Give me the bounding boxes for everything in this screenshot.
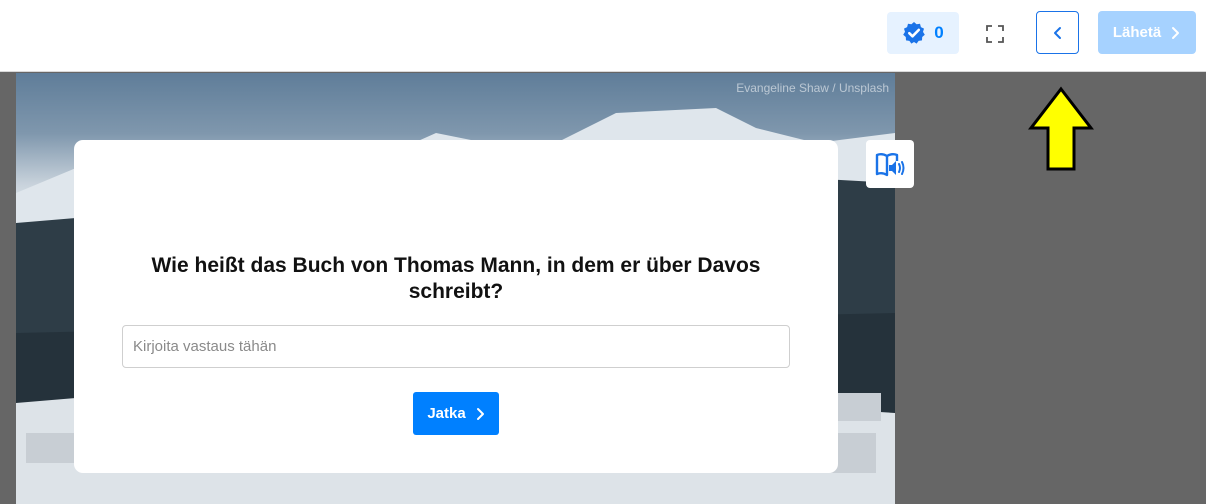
image-credit: Evangeline Shaw / Unsplash <box>736 81 889 95</box>
top-bar: 0 Lähetä <box>0 0 1206 72</box>
fullscreen-button[interactable] <box>981 20 1009 48</box>
read-aloud-button[interactable] <box>866 140 914 188</box>
question-card: Wie heißt das Buch von Thomas Mann, in d… <box>74 140 838 473</box>
chevron-right-icon <box>1172 26 1180 39</box>
annotation-arrow-icon <box>1028 86 1094 171</box>
answer-input[interactable] <box>122 325 790 368</box>
verified-check-icon <box>903 22 926 44</box>
fullscreen-icon <box>986 25 1004 43</box>
question-text: Wie heißt das Buch von Thomas Mann, in d… <box>151 254 761 303</box>
chevron-left-icon <box>1053 26 1061 39</box>
score-badge: 0 <box>887 12 959 54</box>
back-button[interactable] <box>1036 11 1079 54</box>
score-value: 0 <box>934 23 944 42</box>
read-aloud-icon <box>875 153 905 177</box>
chevron-right-icon <box>476 407 484 420</box>
submit-button[interactable]: Lähetä <box>1098 11 1196 54</box>
submit-label: Lähetä <box>1112 24 1162 41</box>
continue-button[interactable]: Jatka <box>413 392 499 435</box>
continue-label: Jatka <box>427 405 466 422</box>
